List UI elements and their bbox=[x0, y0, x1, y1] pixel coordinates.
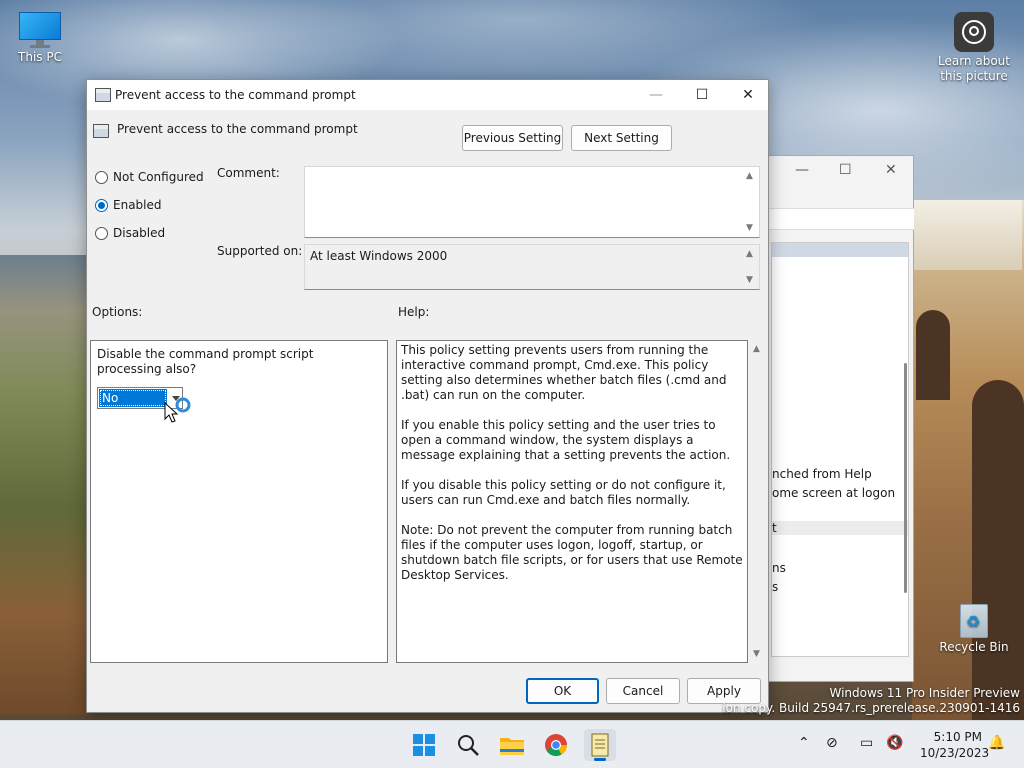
desktop-icon-this-pc[interactable]: This PC bbox=[0, 12, 80, 64]
network-icon[interactable]: ⊘ bbox=[826, 735, 838, 751]
maximize-icon[interactable]: ☐ bbox=[839, 162, 852, 178]
radio-indicator bbox=[95, 226, 108, 240]
scroll-down-icon[interactable]: ▼ bbox=[753, 649, 760, 659]
clock-time: 5:10 PM bbox=[933, 730, 982, 744]
town-buildings bbox=[914, 200, 1022, 270]
monitor-icon bbox=[19, 12, 61, 48]
radio-enabled[interactable]: Enabled bbox=[95, 198, 162, 212]
desktop-icon-label: Recycle Bin bbox=[939, 640, 1009, 654]
close-icon[interactable]: ✕ bbox=[885, 162, 897, 178]
supported-on-label: Supported on: bbox=[217, 244, 303, 258]
dropdown-selected-value: No bbox=[99, 389, 167, 407]
radio-indicator bbox=[95, 170, 108, 184]
background-list-pane[interactable]: nched from Help ome screen at logon t ns… bbox=[771, 242, 909, 657]
option-prompt: Disable the command prompt script proces… bbox=[97, 347, 314, 376]
bridge-arch bbox=[916, 310, 950, 400]
next-setting-button[interactable]: Next Setting bbox=[571, 125, 672, 151]
scroll-down-icon[interactable]: ▼ bbox=[746, 223, 753, 233]
background-window[interactable]: — ☐ ✕ nched from Help ome screen at logo… bbox=[768, 155, 914, 682]
options-label: Options: bbox=[92, 305, 143, 319]
setting-heading: Prevent access to the command prompt bbox=[117, 122, 358, 136]
options-panel: Disable the command prompt script proces… bbox=[90, 340, 388, 663]
bridge-arch bbox=[972, 380, 1024, 720]
start-icon[interactable] bbox=[408, 729, 440, 761]
watermark-line: ion copy. Build 25947.rs_prerelease.2309… bbox=[722, 701, 1020, 715]
supported-on-value: At least Windows 2000 bbox=[310, 249, 448, 263]
scroll-down-icon[interactable]: ▼ bbox=[746, 275, 753, 285]
help-paragraph: Note: Do not prevent the computer from r… bbox=[401, 523, 743, 582]
recycle-bin-icon: ♻ bbox=[958, 600, 990, 638]
comment-label: Comment: bbox=[217, 166, 280, 180]
comment-scrollbar[interactable]: ▲ ▼ bbox=[743, 167, 759, 237]
camera-lens-icon bbox=[954, 12, 994, 52]
volume-muted-icon[interactable]: 🔇 bbox=[886, 735, 903, 751]
radio-label: Disabled bbox=[113, 226, 166, 240]
policy-setting-icon bbox=[93, 124, 109, 138]
busy-cursor-icon bbox=[164, 397, 191, 423]
close-button[interactable]: ✕ bbox=[725, 80, 771, 110]
notepad-icon[interactable] bbox=[584, 729, 616, 761]
list-item[interactable]: t bbox=[772, 521, 908, 535]
desktop-icon-label: This PC bbox=[18, 50, 62, 64]
taskbar: ⌃ ⊘ ▭ 🔇 5:10 PM 10/23/2023 🔔 bbox=[0, 720, 1024, 768]
maximize-button[interactable]: ☐ bbox=[679, 80, 725, 110]
radio-disabled[interactable]: Disabled bbox=[95, 226, 165, 240]
list-item[interactable]: ns bbox=[772, 561, 786, 575]
help-label: Help: bbox=[398, 305, 430, 319]
help-text: This policy setting prevents users from … bbox=[401, 343, 743, 598]
clock[interactable]: 5:10 PM 10/23/2023 bbox=[920, 729, 990, 761]
ok-button[interactable]: OK bbox=[526, 678, 599, 704]
cancel-button[interactable]: Cancel bbox=[606, 678, 680, 704]
background-list-header bbox=[772, 243, 908, 257]
chrome-icon[interactable] bbox=[540, 729, 572, 761]
list-item[interactable]: s bbox=[772, 580, 778, 594]
build-watermark: Windows 11 Pro Insider Preview ion copy.… bbox=[722, 686, 1020, 716]
minimize-icon[interactable]: — bbox=[795, 162, 809, 178]
comment-textarea[interactable]: ▲ ▼ bbox=[304, 166, 760, 238]
help-scrollbar[interactable]: ▲ ▼ bbox=[750, 340, 766, 663]
list-item[interactable]: nched from Help bbox=[772, 467, 872, 481]
search-icon[interactable] bbox=[452, 729, 484, 761]
help-panel: This policy setting prevents users from … bbox=[396, 340, 748, 663]
desktop-icon-recycle-bin[interactable]: ♻ Recycle Bin bbox=[934, 600, 1014, 654]
help-paragraph: If you disable this policy setting or do… bbox=[401, 478, 726, 507]
active-app-indicator bbox=[594, 758, 606, 761]
list-item[interactable]: ome screen at logon bbox=[772, 486, 895, 500]
scroll-up-icon[interactable]: ▲ bbox=[746, 249, 753, 259]
supported-on-field: At least Windows 2000 ▲ ▼ bbox=[304, 244, 760, 290]
comment-text bbox=[305, 167, 759, 173]
display-icon[interactable]: ▭ bbox=[860, 735, 873, 751]
notification-bell-icon[interactable]: 🔔 bbox=[988, 735, 1005, 751]
radio-label: Enabled bbox=[113, 198, 162, 212]
background-address-bar[interactable] bbox=[769, 208, 914, 230]
radio-label: Not Configured bbox=[113, 170, 204, 184]
policy-setting-dialog: Prevent access to the command prompt — ☐… bbox=[86, 79, 769, 713]
background-window-titlebar: — ☐ ✕ bbox=[769, 156, 913, 186]
file-explorer-icon[interactable] bbox=[496, 729, 528, 761]
policy-icon bbox=[95, 88, 111, 102]
scroll-up-icon[interactable]: ▲ bbox=[753, 344, 760, 354]
minimize-button[interactable]: — bbox=[633, 80, 679, 110]
radio-indicator-selected bbox=[95, 198, 108, 212]
help-paragraph: This policy setting prevents users from … bbox=[401, 343, 727, 402]
supported-scrollbar[interactable]: ▲ ▼ bbox=[743, 245, 759, 289]
dialog-title: Prevent access to the command prompt bbox=[115, 88, 356, 102]
clock-date: 10/23/2023 bbox=[920, 746, 990, 760]
desktop-wallpaper-hills bbox=[0, 255, 90, 715]
scroll-up-icon[interactable]: ▲ bbox=[746, 171, 753, 181]
help-paragraph: If you enable this policy setting and th… bbox=[401, 418, 731, 462]
desktop-icon-label: Learn about this picture bbox=[938, 54, 1010, 83]
desktop-icon-learn-about-picture[interactable]: Learn about this picture bbox=[934, 12, 1014, 84]
chevron-up-icon[interactable]: ⌃ bbox=[798, 735, 810, 751]
dialog-titlebar: Prevent access to the command prompt — ☐… bbox=[87, 80, 768, 110]
radio-not-configured[interactable]: Not Configured bbox=[95, 170, 204, 184]
watermark-line: Windows 11 Pro Insider Preview bbox=[829, 686, 1020, 700]
scrollbar-thumb[interactable] bbox=[904, 363, 907, 593]
previous-setting-button[interactable]: Previous Setting bbox=[462, 125, 563, 151]
